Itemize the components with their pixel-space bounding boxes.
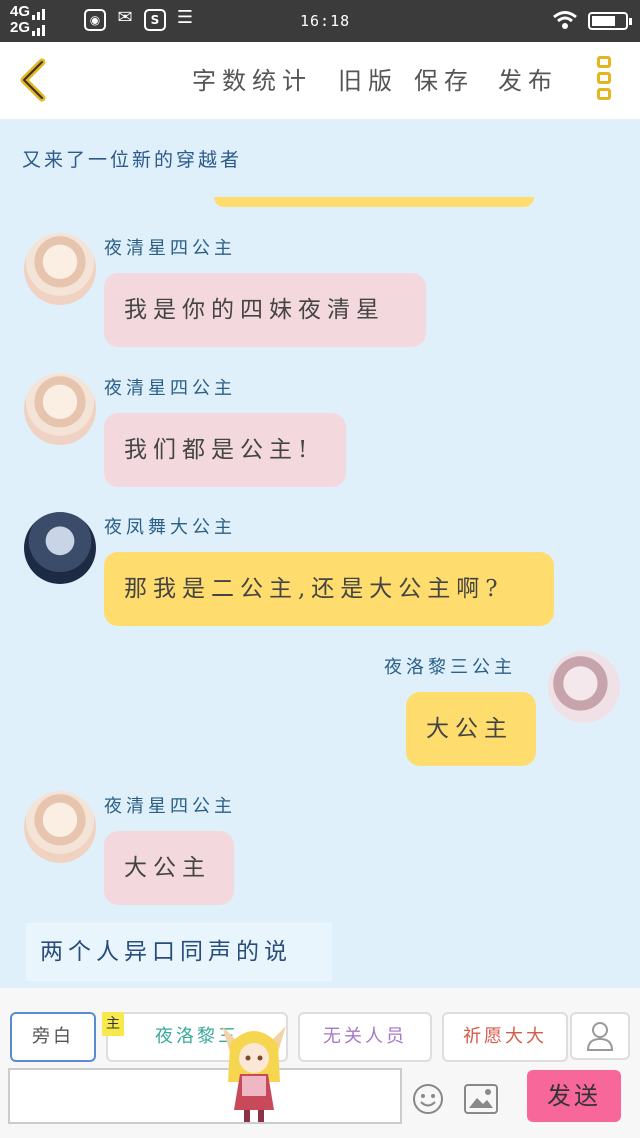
- narration-top: 又来了一位新的穿越者: [22, 149, 243, 171]
- role-narrator[interactable]: 旁白: [10, 1012, 96, 1062]
- network-2-label: 2G: [10, 19, 31, 36]
- browser-icon: ◉: [84, 9, 106, 31]
- message-bubble[interactable]: 我们都是公主!: [104, 413, 346, 487]
- avatar-ye-qingxing[interactable]: [24, 373, 96, 445]
- battery-level: [592, 16, 615, 26]
- sender-name: 夜洛黎三公主: [384, 657, 516, 678]
- signal-indicator: 4G 2G: [10, 3, 46, 36]
- send-button[interactable]: 发送: [527, 1070, 621, 1122]
- save-button[interactable]: 保存: [414, 66, 474, 96]
- compose-bar: 旁白 夜洛黎三 主 无关人员 祈愿大大 发送: [0, 988, 640, 1138]
- protagonist-tag: 主: [102, 1012, 124, 1036]
- status-bar: 4G 2G ◉ ✉ S ☰ 16:18: [0, 0, 640, 42]
- battery-icon: [588, 12, 632, 30]
- previous-bubble-edge: [214, 197, 534, 207]
- editor-header: 字数统计 旧版 保存 发布: [0, 42, 640, 119]
- publish-button[interactable]: 发布: [498, 66, 558, 96]
- add-role-button[interactable]: [570, 1012, 630, 1060]
- user-icon: [586, 1022, 614, 1051]
- avatar-ye-qingxing[interactable]: [24, 791, 96, 863]
- role-extras[interactable]: 无关人员: [298, 1012, 432, 1062]
- message-bubble[interactable]: 那我是二公主,还是大公主啊?: [104, 552, 554, 626]
- storage-icon: ☰: [176, 7, 194, 28]
- message-bubble[interactable]: 我是你的四妹夜清星: [104, 273, 426, 347]
- emoji-icon[interactable]: [412, 1083, 444, 1115]
- avatar-ye-fengwu[interactable]: [24, 512, 96, 584]
- narration-bottom[interactable]: 两个人异口同声的说: [26, 923, 332, 981]
- avatar-ye-qingxing[interactable]: [24, 233, 96, 305]
- wechat-icon: ✉: [117, 7, 133, 28]
- image-icon[interactable]: [464, 1084, 498, 1114]
- mascot-sticker-icon: [222, 1026, 286, 1122]
- avatar-ye-luoli[interactable]: [548, 651, 620, 723]
- old-version-button[interactable]: 旧版: [338, 66, 398, 96]
- word-count-button[interactable]: 字数统计: [192, 66, 312, 96]
- sender-name: 夜清星四公主: [104, 378, 236, 399]
- sender-name: 夜凤舞大公主: [104, 517, 236, 538]
- clock: 16:18: [300, 12, 351, 30]
- chat-area: 又来了一位新的穿越者 夜清星四公主 我是你的四妹夜清星 夜清星四公主 我们都是公…: [0, 119, 640, 988]
- more-menu-icon[interactable]: [594, 56, 614, 108]
- back-arrow-icon[interactable]: [14, 56, 54, 104]
- sender-name: 夜清星四公主: [104, 796, 236, 817]
- s-app-icon: S: [144, 9, 166, 31]
- message-bubble[interactable]: 大公主: [406, 692, 536, 766]
- wifi-icon: [553, 11, 577, 29]
- sender-name: 夜清星四公主: [104, 238, 236, 259]
- message-bubble[interactable]: 大公主: [104, 831, 234, 905]
- network-1-label: 4G: [10, 3, 31, 20]
- role-qiyuan-dada[interactable]: 祈愿大大: [442, 1012, 568, 1062]
- message-input[interactable]: [8, 1068, 402, 1124]
